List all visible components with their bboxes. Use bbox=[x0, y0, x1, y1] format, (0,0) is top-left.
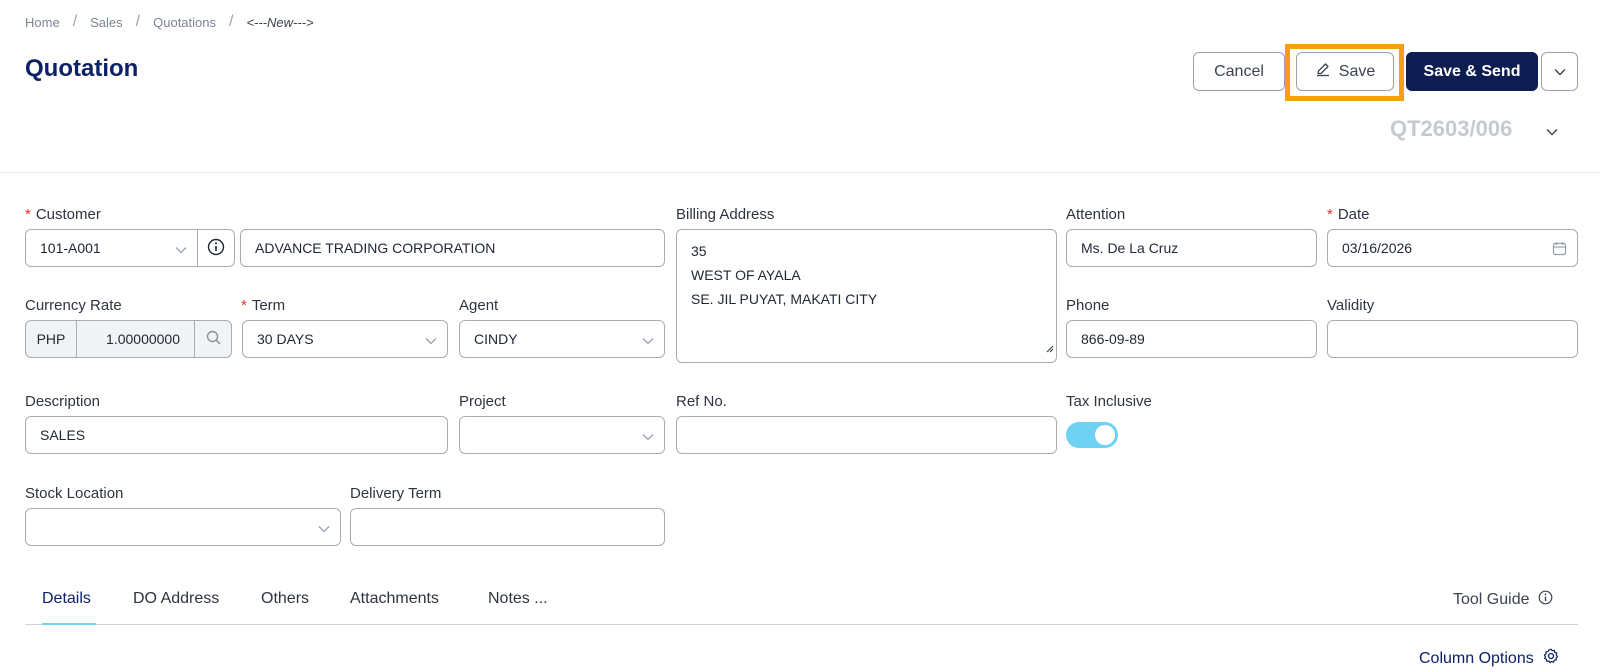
agent-label: Agent bbox=[459, 297, 499, 314]
description-value: SALES bbox=[40, 427, 86, 443]
term-select[interactable]: 30 DAYS bbox=[242, 320, 448, 358]
validity-field[interactable] bbox=[1327, 320, 1578, 358]
tab-attachments[interactable]: Attachments bbox=[350, 590, 439, 608]
breadcrumb-home[interactable]: Home bbox=[25, 15, 60, 30]
breadcrumb-quotations[interactable]: Quotations bbox=[153, 15, 216, 30]
tax-inclusive-label: Tax Inclusive bbox=[1066, 393, 1152, 410]
tool-guide-label: Tool Guide bbox=[1453, 591, 1530, 608]
save-and-send-button[interactable]: Save & Send bbox=[1406, 52, 1538, 91]
breadcrumb-current: <---New---> bbox=[246, 14, 314, 30]
chevron-down-icon bbox=[318, 520, 330, 536]
chevron-down-icon bbox=[175, 241, 187, 257]
toggle-knob bbox=[1095, 425, 1115, 445]
save-and-send-label: Save & Send bbox=[1423, 62, 1521, 80]
required-marker: * bbox=[241, 297, 247, 314]
required-marker: * bbox=[25, 206, 31, 223]
header-divider bbox=[0, 172, 1600, 173]
cancel-button[interactable]: Cancel bbox=[1193, 52, 1285, 91]
tab-notes[interactable]: Notes ... bbox=[488, 590, 548, 608]
breadcrumb-sales[interactable]: Sales bbox=[90, 15, 123, 30]
edit-icon bbox=[1315, 61, 1331, 82]
stock-location-select[interactable] bbox=[25, 508, 341, 546]
agent-select[interactable]: CINDY bbox=[459, 320, 665, 358]
page-title: Quotation bbox=[25, 55, 139, 82]
column-options-label: Column Options bbox=[1419, 649, 1534, 667]
currency-rate-value: 1.00000000 bbox=[106, 331, 180, 347]
more-actions-dropdown[interactable] bbox=[1541, 52, 1578, 91]
customer-info-button[interactable] bbox=[197, 229, 235, 267]
attention-field[interactable]: Ms. De La Cruz bbox=[1066, 229, 1317, 267]
currency-rate-label: Currency Rate bbox=[25, 297, 122, 314]
column-options-link[interactable]: Column Options bbox=[1419, 648, 1559, 669]
phone-value: 866-09-89 bbox=[1081, 331, 1145, 347]
phone-field[interactable]: 866-09-89 bbox=[1066, 320, 1317, 358]
breadcrumb: Home / Sales / Quotations / <---New---> bbox=[25, 13, 314, 31]
attention-value: Ms. De La Cruz bbox=[1081, 240, 1179, 256]
billing-address-line: SE. JIL PUYAT, MAKATI CITY bbox=[691, 291, 878, 307]
billing-address-line: 35 bbox=[691, 243, 707, 259]
resize-handle-icon[interactable] bbox=[1044, 336, 1054, 360]
tab-others[interactable]: Others bbox=[261, 590, 309, 608]
info-icon bbox=[1538, 590, 1553, 610]
customer-code-value: 101-A001 bbox=[40, 240, 101, 256]
phone-label: Phone bbox=[1066, 297, 1110, 314]
currency-rate-field[interactable]: 1.00000000 bbox=[76, 320, 195, 358]
attention-label: Attention bbox=[1066, 206, 1126, 223]
breadcrumb-separator: / bbox=[229, 13, 234, 30]
customer-name-field[interactable]: ADVANCE TRADING CORPORATION bbox=[240, 229, 665, 267]
save-button-label: Save bbox=[1338, 62, 1376, 80]
project-select[interactable] bbox=[459, 416, 665, 454]
cancel-button-label: Cancel bbox=[1214, 62, 1264, 80]
validity-label: Validity bbox=[1327, 297, 1375, 314]
date-field[interactable]: 03/16/2026 bbox=[1327, 229, 1578, 267]
customer-code-select[interactable]: 101-A001 bbox=[25, 229, 198, 267]
tax-inclusive-toggle[interactable] bbox=[1066, 422, 1118, 448]
tab-do-address[interactable]: DO Address bbox=[133, 590, 219, 608]
calendar-icon[interactable] bbox=[1552, 241, 1567, 259]
description-field[interactable]: SALES bbox=[25, 416, 448, 454]
chevron-down-icon bbox=[642, 428, 654, 444]
currency-code: PHP bbox=[25, 320, 77, 358]
agent-value: CINDY bbox=[474, 331, 518, 347]
customer-name-value: ADVANCE TRADING CORPORATION bbox=[255, 240, 496, 256]
ref-no-field[interactable] bbox=[676, 416, 1057, 454]
save-button[interactable]: Save bbox=[1296, 52, 1394, 91]
gear-icon bbox=[1543, 648, 1559, 669]
chevron-down-icon bbox=[425, 332, 437, 348]
billing-address-label: Billing Address bbox=[676, 206, 775, 223]
chevron-down-icon bbox=[642, 332, 654, 348]
term-label: * Term bbox=[241, 297, 286, 314]
description-label: Description bbox=[25, 393, 101, 410]
currency-rate-search-button[interactable] bbox=[194, 320, 232, 358]
delivery-term-field[interactable] bbox=[350, 508, 665, 546]
customer-label: * Customer bbox=[25, 206, 101, 223]
billing-address-line: WEST OF AYALA bbox=[691, 267, 801, 283]
info-icon bbox=[207, 238, 225, 259]
tab-bar: Details DO Address Others Attachments No… bbox=[25, 580, 1578, 625]
document-number: QT2603/006 bbox=[1390, 116, 1513, 141]
required-marker: * bbox=[1327, 206, 1333, 223]
date-value: 03/16/2026 bbox=[1342, 240, 1413, 256]
chevron-down-icon[interactable] bbox=[1546, 123, 1558, 141]
billing-address-textarea[interactable]: 35 WEST OF AYALA SE. JIL PUYAT, MAKATI C… bbox=[676, 229, 1057, 363]
project-label: Project bbox=[459, 393, 506, 410]
search-icon bbox=[206, 330, 221, 348]
tool-guide-link[interactable]: Tool Guide bbox=[1453, 590, 1553, 610]
delivery-term-label: Delivery Term bbox=[350, 485, 442, 502]
date-label: * Date bbox=[1327, 206, 1370, 223]
tab-details[interactable]: Details bbox=[42, 590, 91, 608]
ref-no-label: Ref No. bbox=[676, 393, 727, 410]
breadcrumb-separator: / bbox=[135, 13, 141, 30]
active-tab-indicator bbox=[42, 623, 96, 625]
breadcrumb-separator: / bbox=[72, 13, 78, 30]
chevron-down-icon bbox=[1554, 63, 1566, 81]
stock-location-label: Stock Location bbox=[25, 485, 124, 502]
term-value: 30 DAYS bbox=[257, 331, 314, 347]
